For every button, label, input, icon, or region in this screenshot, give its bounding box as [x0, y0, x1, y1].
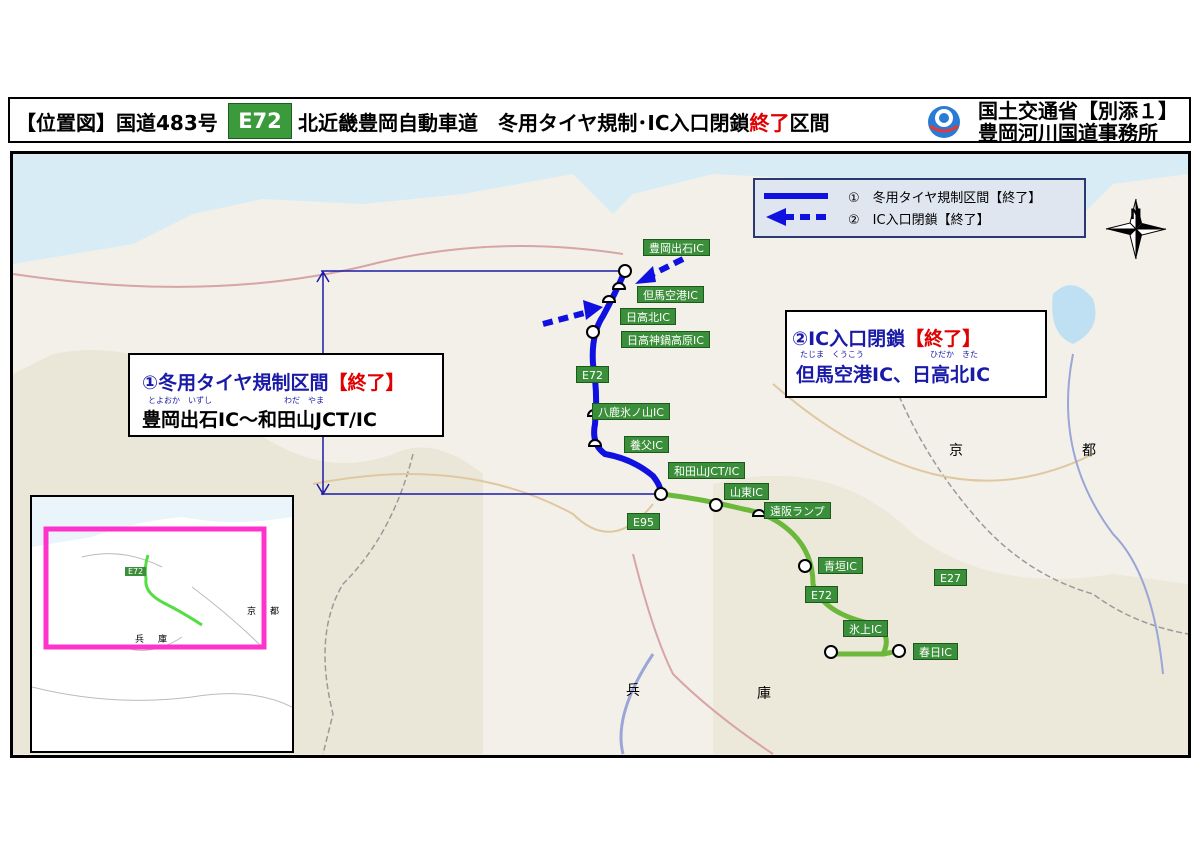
compass-north-label: N: [1130, 207, 1142, 223]
label-santo: 山東IC: [724, 483, 769, 500]
inset-label-e72: E72: [125, 567, 147, 576]
label-hikami: 氷上IC: [843, 620, 888, 637]
inset-sea: [32, 497, 292, 547]
title-prefix: 北近畿豊岡自動車道 冬用タイヤ規制･IC入口閉鎖: [298, 111, 750, 135]
ic-marker-hikami: [824, 645, 838, 659]
label-e95: E95: [627, 513, 660, 530]
info2-title-main: ②IC入口閉鎖: [792, 328, 906, 350]
legend-arrow-icon: [766, 208, 786, 226]
inset-text-hyo: 兵: [135, 635, 145, 645]
inset-text-ko: 庫: [158, 635, 168, 645]
ministry-line1: 国土交通省【別添１】: [978, 99, 1178, 123]
ic-marker-santo: [709, 498, 723, 512]
page-title: 北近畿豊岡自動車道 冬用タイヤ規制･IC入口閉鎖終了区間: [298, 107, 830, 136]
info2-ruby-2: ひだか きた: [930, 350, 978, 359]
ic-marker-aogaki: [798, 559, 812, 573]
inset-text-kyo: 京: [247, 607, 257, 617]
inset-map-canvas: [32, 497, 292, 708]
label-yabu: 養父IC: [624, 436, 669, 453]
route-label: 国道483号: [116, 111, 218, 135]
label-hidaka-kita: 日高北IC: [620, 308, 676, 325]
map-text-to: 都: [1082, 443, 1096, 459]
label-yoka-hachi: 八鹿氷ノ山IC: [592, 403, 670, 420]
inset-map: [30, 495, 294, 753]
ministry-block: 国土交通省【別添１】 豊岡河川国道事務所: [978, 100, 1178, 144]
label-e72-south: E72: [805, 586, 838, 603]
ic-marker-kasuga: [892, 644, 906, 658]
ministry-line2: 豊岡河川国道事務所: [978, 121, 1158, 145]
inset-highlight-frame: [43, 526, 267, 650]
info2-ruby-1: たじま くうこう: [800, 350, 864, 359]
map-text-kyo: 京: [949, 443, 963, 459]
river: [619, 653, 655, 755]
label-tohsaka: 遠阪ランプ: [764, 502, 831, 519]
ic-marker-hidaka-kannabe: [586, 325, 600, 339]
inset-route: [143, 554, 203, 627]
label-wadayama: 和田山JCT/IC: [668, 462, 746, 479]
label-hidaka-kannabe: 日高神鍋高原IC: [621, 331, 710, 348]
ic-marker-yabu: [587, 439, 603, 447]
title-emphasis: 終了: [749, 111, 790, 135]
road-east: [772, 383, 1094, 482]
inset-boundaries: [32, 553, 292, 708]
info2-ics: 但馬空港IC、日高北IC: [796, 364, 991, 386]
info2-title: ②IC入口閉鎖【終了】: [792, 324, 981, 351]
label-aogaki: 青垣IC: [818, 557, 863, 574]
label-toyooka-izushi: 豊岡出石IC: [643, 239, 710, 256]
legend-item-2: ② IC入口閉鎖【終了】: [848, 213, 990, 228]
route-badge-e72: E72: [228, 103, 292, 139]
info1-title-emphasis: 【終了】: [328, 372, 405, 394]
title-suffix: 区間: [789, 111, 830, 135]
label-tajima-airport: 但馬空港IC: [637, 286, 704, 303]
inset-text-to: 都: [270, 607, 280, 617]
ic-marker-tajima-airport: [611, 282, 627, 290]
legend-symbols: [764, 193, 828, 226]
ic-marker-wadayama: [654, 487, 668, 501]
legend-item-1: ① 冬用タイヤ規制区間【終了】: [848, 191, 1042, 206]
lake-area: [1052, 285, 1096, 344]
ministry-logo-icon: [928, 106, 960, 138]
label-e72-north: E72: [576, 366, 609, 383]
ic-marker-hidaka-kita: [601, 295, 617, 303]
location-label: 【位置図】: [16, 111, 116, 135]
info1-route: 豊岡出石IC～和田山JCT/IC: [142, 409, 377, 431]
label-kasuga: 春日IC: [913, 643, 958, 660]
label-e27: E27: [934, 569, 967, 586]
title-location-route: 【位置図】国道483号: [16, 107, 218, 136]
info1-title: ①冬用タイヤ規制区間【終了】: [142, 368, 405, 395]
closure-arrow-1-head: [635, 266, 656, 284]
info2-title-emphasis: 【終了】: [905, 328, 982, 350]
closure-arrow-2-line: [542, 309, 589, 327]
map-text-ko: 庫: [757, 686, 771, 702]
ic-marker-toyooka-izushi: [618, 264, 632, 278]
map-text-hyo: 兵: [626, 683, 640, 699]
info1-title-main: ①冬用タイヤ規制区間: [142, 372, 329, 394]
